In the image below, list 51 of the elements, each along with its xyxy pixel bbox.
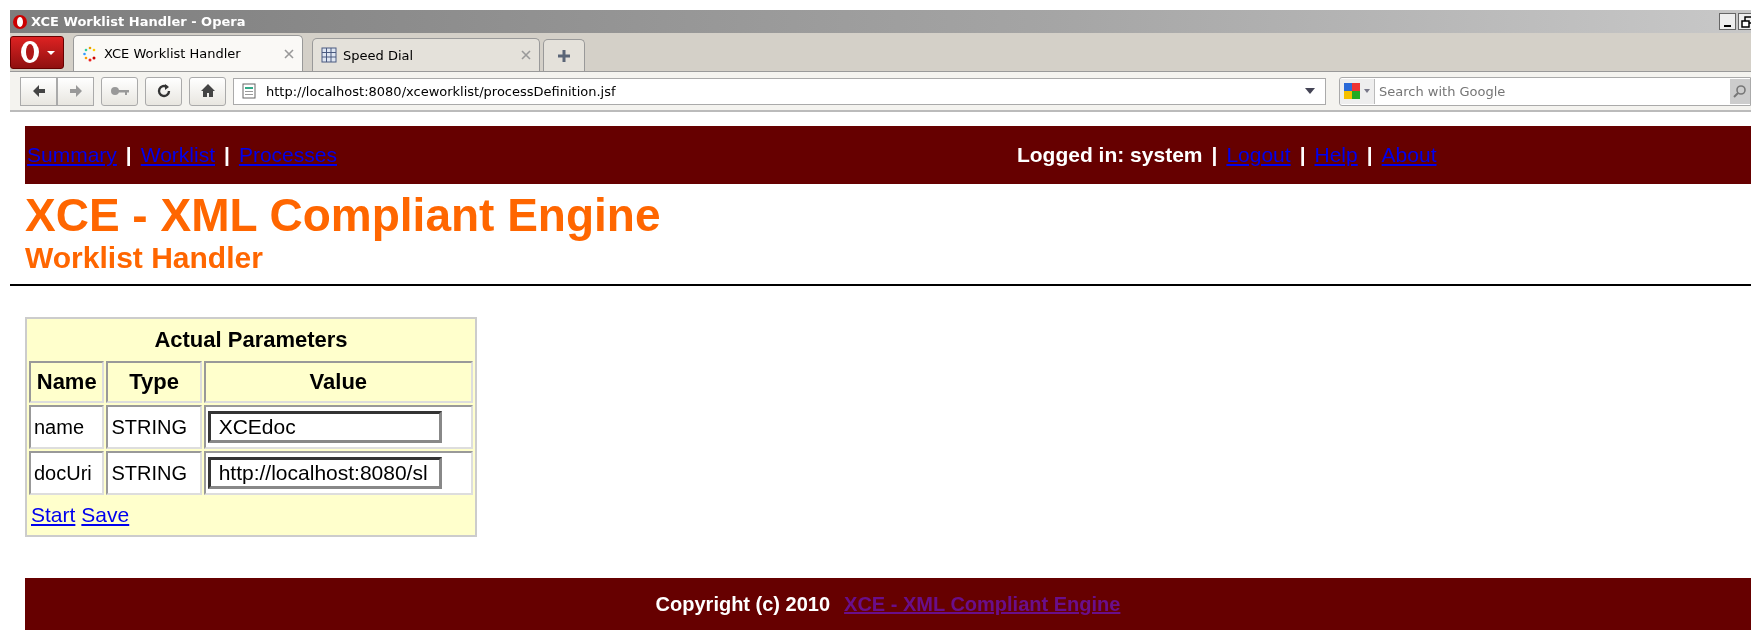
separator: | — [1211, 143, 1218, 167]
browser-tab[interactable]: XCE Worklist Handler — [73, 35, 303, 71]
home-button[interactable] — [189, 76, 226, 106]
key-button[interactable] — [101, 76, 138, 106]
url-input[interactable]: http://localhost:8080/xceworklist/processDefinition.jsf — [266, 83, 1295, 99]
column-header: Type — [106, 361, 202, 403]
minimize-button[interactable] — [1719, 13, 1736, 30]
page-icon — [242, 83, 256, 99]
action-link[interactable]: Start — [31, 503, 76, 526]
separator: | — [1299, 143, 1306, 167]
dropdown-icon[interactable] — [1305, 88, 1315, 94]
reload-button[interactable] — [145, 76, 182, 106]
close-icon[interactable] — [284, 48, 294, 59]
table-caption: Actual Parameters — [153, 326, 349, 354]
column-header: Name — [29, 361, 105, 403]
separator: | — [125, 143, 132, 167]
back-button[interactable] — [20, 76, 57, 106]
minimize-icon — [1724, 24, 1731, 27]
table-cell: STRING — [106, 405, 202, 449]
reload-icon — [155, 83, 172, 99]
search-engine-icon[interactable] — [1340, 78, 1375, 104]
value-field[interactable]: http://localhost:8080/sl — [207, 457, 442, 489]
search-field[interactable]: Search with Google — [1339, 76, 1751, 106]
login-status: Logged in: system — [1016, 143, 1203, 167]
grid-icon — [321, 47, 337, 63]
search-icon[interactable] — [1730, 78, 1750, 104]
page-subtitle: Worklist Handler — [25, 242, 264, 274]
page-title: XCE - XML Compliant Engine — [25, 190, 662, 240]
value-field[interactable]: XCEdoc — [207, 411, 442, 443]
opera-logo-icon — [12, 13, 28, 30]
forward-arrow-icon — [67, 83, 84, 99]
table-cell: docUri — [29, 451, 105, 495]
table-cell: STRING — [106, 451, 202, 495]
restore-icon — [1739, 14, 1751, 29]
plus-icon — [557, 48, 571, 63]
column-header: Value — [203, 361, 473, 403]
separator: | — [1366, 143, 1373, 167]
copyright-text: Copyright (c) 2010 — [655, 592, 831, 616]
browser-tab[interactable]: Speed Dial — [312, 38, 540, 71]
search-input[interactable]: Search with Google — [1375, 82, 1730, 100]
separator: | — [224, 143, 230, 167]
menu-button[interactable] — [10, 36, 64, 69]
table-cell: name — [29, 405, 105, 449]
key-icon — [109, 85, 130, 97]
spinner-icon — [82, 45, 98, 62]
window-title: XCE Worklist Handler - Opera — [31, 14, 246, 29]
restore-button[interactable] — [1738, 13, 1751, 30]
address-field[interactable]: http://localhost:8080/xceworklist/processDefinition.jsf — [233, 77, 1326, 105]
action-link[interactable]: Save — [81, 503, 130, 526]
home-icon — [199, 83, 216, 99]
new-tab-button[interactable] — [543, 39, 585, 71]
